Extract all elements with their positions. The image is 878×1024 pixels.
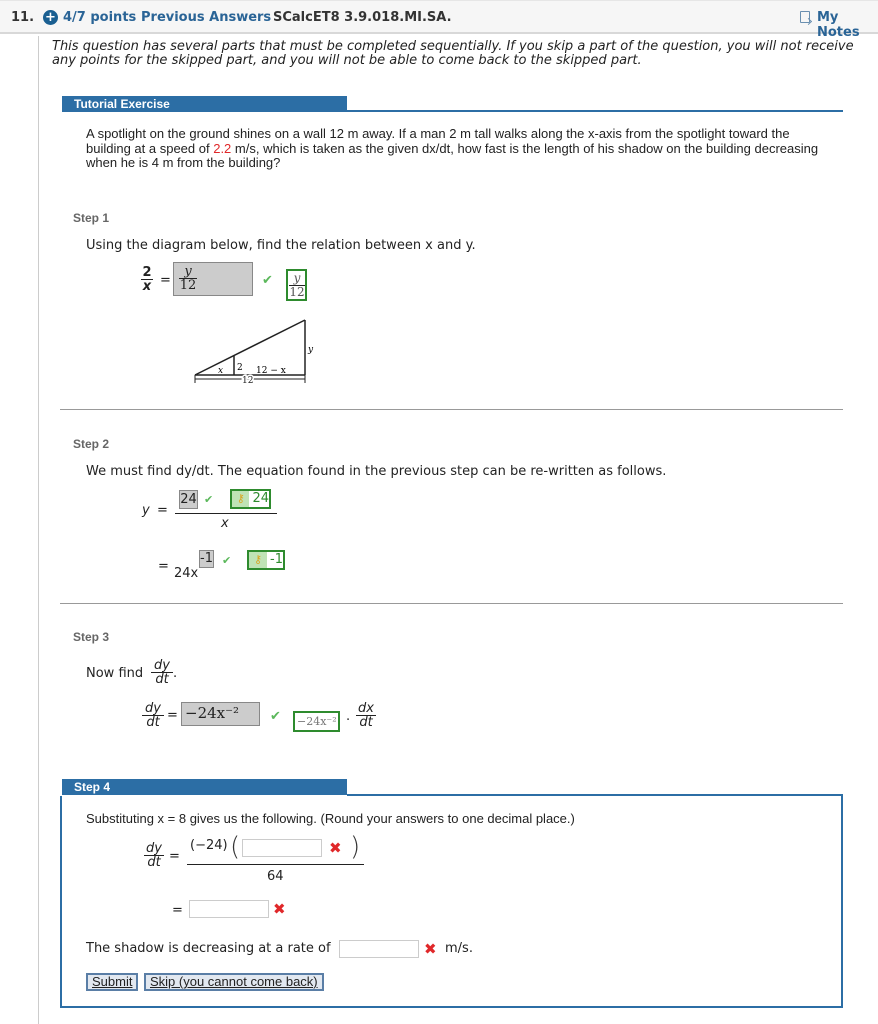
triangle-diagram: x 2 12 − x y 12 [194,319,314,385]
answer-fraction: y 12 [179,265,197,292]
diagram-label-12-minus-x: 12 − x [256,366,286,376]
equals-sign: = [158,559,169,574]
denominator-x: x [221,516,229,531]
factor-neg24: (−24) [190,838,228,853]
dy: dy [151,659,173,673]
x-mark-icon: ✖ [329,839,342,857]
equals-sign: = [169,849,180,864]
dy: dy [144,842,164,856]
diagram-label-12: 12 [242,376,253,385]
check-icon: ✔ [204,493,214,506]
dt: dt [147,855,161,870]
fraction-bar [187,864,364,865]
x-mark-icon: ✖ [424,940,437,958]
step2-answer1-box[interactable]: 24 [179,490,198,509]
step3-answer-box[interactable]: −24x⁻² [181,702,260,726]
fraction-bar [175,513,277,514]
speed-value: 2.2 [213,140,232,156]
step3-key-box: −24x⁻² [293,711,340,732]
plus-circle-icon[interactable]: + [43,10,58,25]
rate-input[interactable] [339,940,419,958]
dt: dt [146,715,160,730]
problem-code: SCalcET8 3.9.018.MI.SA. [273,10,452,25]
step1-answer-box[interactable]: y 12 [173,262,253,296]
dt: dt [155,672,169,687]
key-denominator: 12 [289,285,305,299]
equals-sign: = [172,903,183,918]
diagram-label-2: 2 [237,363,243,373]
step2-key2-box: ⚷ -1 [247,550,285,570]
step2-label: Step 2 [73,437,110,451]
lhs-numerator: 2 [141,265,153,280]
lhs-fraction: 2 x [141,266,153,293]
my-notes-link[interactable]: My Notes [817,10,878,40]
step1-key-box: y 12 [286,269,307,301]
step2-key1-box: ⚷ 24 [230,489,271,509]
rate-text: The shadow is decreasing at a rate of [86,941,331,956]
previous-answers-link[interactable]: Previous Answers [141,10,271,25]
step4-band: Step 4 [62,779,347,795]
equals-sign: = [167,708,178,723]
now-find-text: Now find [86,666,144,681]
y-variable: y [142,503,150,518]
points-link[interactable]: 4/7 points [63,10,136,25]
submit-button[interactable]: Submit [86,973,139,991]
hypotenuse [194,319,306,376]
intro-text: This question has several parts that mus… [52,39,854,68]
dydt-fraction: dy dt [151,659,173,686]
check-icon: ✔ [222,554,232,567]
step4-input2[interactable] [189,900,269,918]
key-numerator: y [289,272,305,286]
dx: dx [356,702,376,716]
units-label: m/s. [445,941,473,956]
x-mark-icon: ✖ [273,900,286,918]
diagram-label-y: y [307,345,314,355]
left-paren: ( [230,832,241,862]
dydt-fraction: dy dt [144,842,164,869]
dydt-fraction: dy dt [142,702,164,729]
question-number: 11. [11,10,35,25]
key-fraction: y 12 [289,272,305,299]
key-icon: ⚷ [249,552,268,568]
diagram-label-x: x [218,366,223,376]
dy: dy [142,702,164,716]
dot-operator: · [346,713,351,728]
answer-numerator: y [179,265,197,279]
step1-instruction: Using the diagram below, find the relati… [86,238,476,253]
left-rule [38,36,39,1024]
lhs-denominator: x [142,279,152,294]
divider [60,603,843,604]
step3-label: Step 3 [73,630,110,644]
equals-sign: = [157,503,168,518]
key-value: -1 [270,552,283,567]
skip-button[interactable]: Skip (you cannot come back) [144,973,324,991]
key-icon: ⚷ [232,491,250,507]
divider [60,409,843,410]
dxdt-fraction: dx dt [356,702,376,729]
question-header: 11. + 4/7 points Previous Answers SCalcE… [0,0,878,40]
step1-label: Step 1 [73,211,110,225]
step4-input1[interactable] [242,839,322,857]
base-24x: 24x [174,566,199,581]
period: . [173,666,178,681]
answer-denominator: 12 [179,278,197,293]
step2-answer2-box[interactable]: -1 [199,550,214,568]
equals-sign: = [160,273,171,288]
notes-icon[interactable] [800,11,810,23]
step2-instruction: We must find dy/dt. The equation found i… [86,464,667,479]
problem-statement: A spotlight on the ground shines on a wa… [86,126,826,171]
check-icon: ✔ [270,709,281,724]
dt: dt [359,715,373,730]
right-paren: ) [350,832,361,862]
denominator-64: 64 [267,869,284,884]
key-value: 24 [252,491,269,506]
check-icon: ✔ [262,273,273,288]
band-rule [347,110,843,112]
step4-instruction: Substituting x = 8 gives us the followin… [86,811,575,826]
tutorial-exercise-band: Tutorial Exercise [62,96,347,112]
